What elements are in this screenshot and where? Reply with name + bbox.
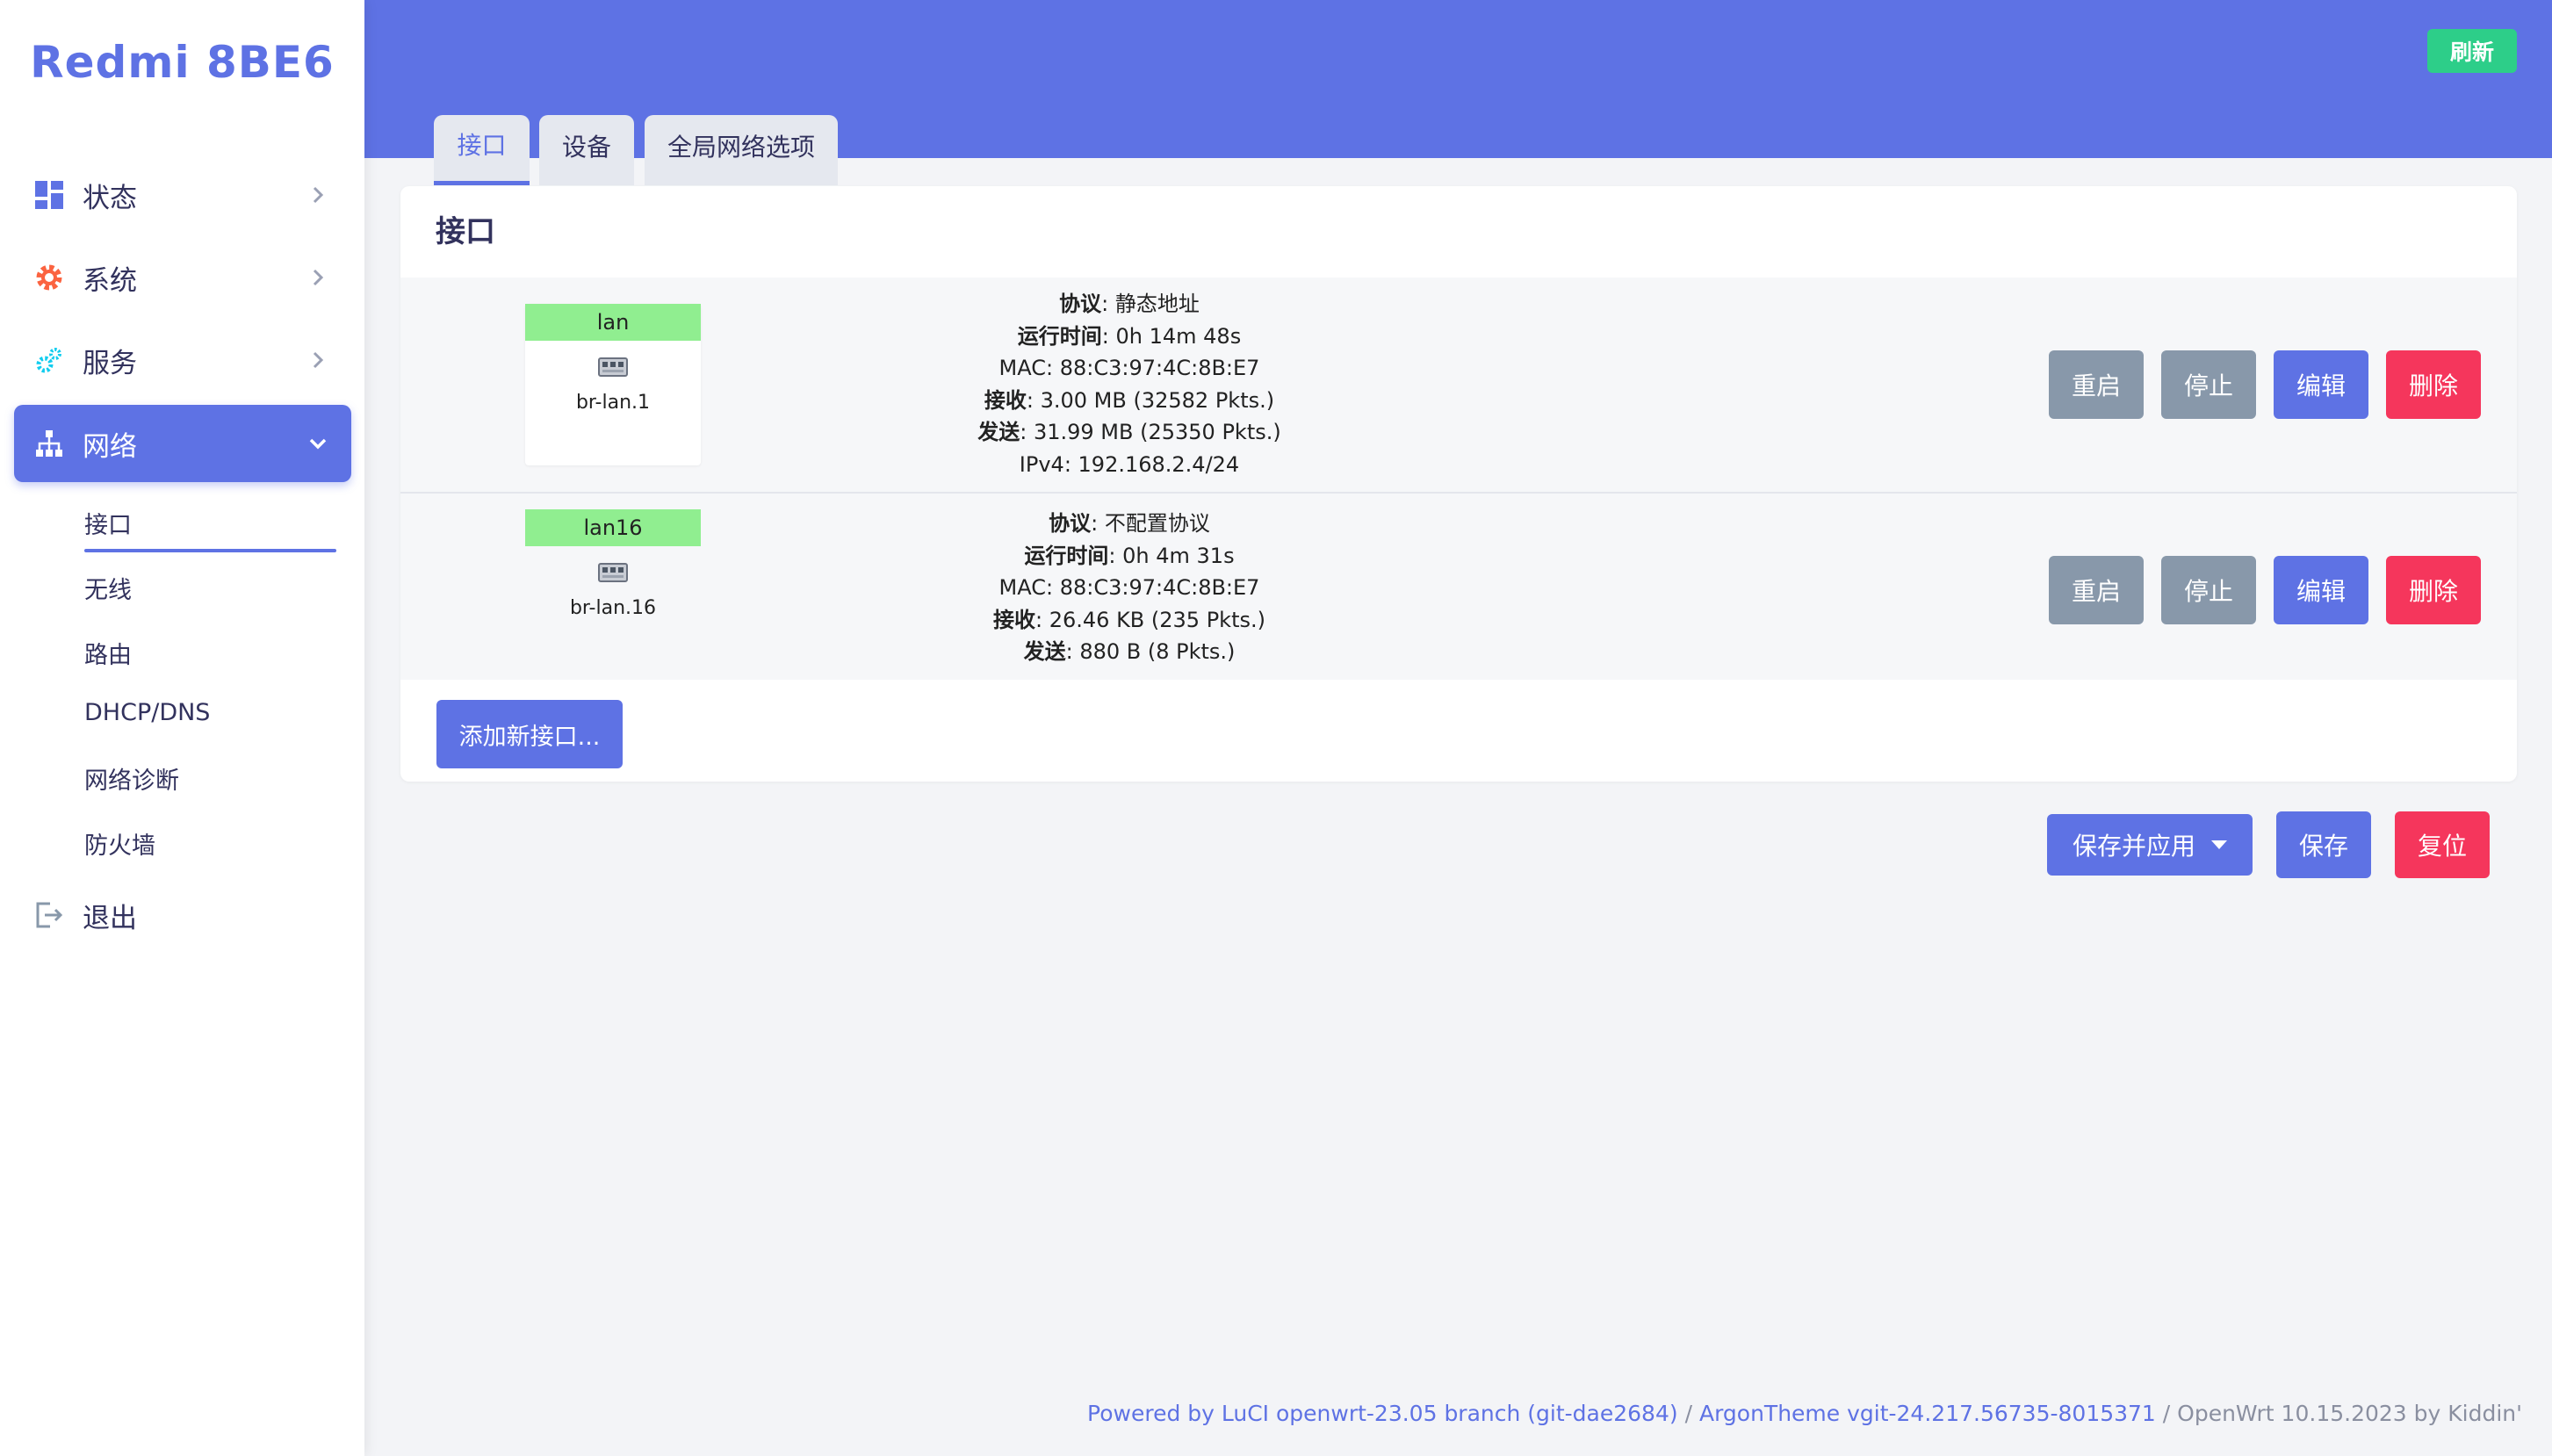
save-apply-label: 保存并应用 <box>2072 832 2195 861</box>
chevron-right-icon <box>313 186 324 204</box>
interface-name: lan16 <box>525 509 701 546</box>
tx-label: 发送 <box>977 420 1020 444</box>
sidebar-subitem-routes[interactable]: 路由 <box>84 636 132 670</box>
chevron-down-icon <box>309 438 327 450</box>
rx-label: 接收 <box>984 387 1027 413</box>
sidebar-subitem-diagnostics[interactable]: 网络诊断 <box>84 761 179 796</box>
save-button[interactable]: 保存 <box>2276 811 2371 878</box>
stop-button[interactable]: 停止 <box>2161 350 2256 419</box>
active-subitem-underline <box>84 549 336 552</box>
add-interface-button[interactable]: 添加新接口... <box>436 700 623 768</box>
row-divider <box>400 492 2517 494</box>
ipv4-value: IPv4: 192.168.2.4/24 <box>1019 451 1240 477</box>
interface-device: br-lan.16 <box>569 597 657 619</box>
sidebar-subitem-firewall[interactable]: 防火墙 <box>84 826 155 861</box>
sidebar-subitem-dhcp-dns[interactable]: DHCP/DNS <box>84 699 210 726</box>
edit-button[interactable]: 编辑 <box>2274 556 2368 624</box>
sidebar-item-label: 状态 <box>83 182 137 214</box>
mac-value: MAC: 88:C3:97:4C:8B:E7 <box>998 356 1260 380</box>
tx-label: 发送 <box>1023 639 1066 664</box>
footer-openwrt-text: / OpenWrt 10.15.2023 by Kiddin' <box>2155 1401 2522 1426</box>
panel-title: 接口 <box>436 214 495 249</box>
brand-logo[interactable]: Redmi 8BE6 <box>0 37 364 88</box>
interface-name: lan <box>525 304 701 341</box>
sidebar-item-label: 系统 <box>83 264 137 297</box>
reset-button[interactable]: 复位 <box>2395 811 2490 878</box>
protocol-value: 静态地址 <box>1114 292 1200 316</box>
tx-value: 31.99 MB (25350 Pkts.) <box>1033 420 1281 444</box>
sidebar-item-label: 网络 <box>83 430 137 463</box>
refresh-button[interactable]: 刷新 <box>2427 29 2517 73</box>
interface-badge[interactable]: lan br-lan.1 <box>525 304 701 465</box>
restart-button[interactable]: 重启 <box>2049 350 2144 419</box>
ethernet-icon <box>525 560 701 587</box>
interface-badge[interactable]: lan16 br-lan.16 <box>525 509 701 619</box>
delete-button[interactable]: 删除 <box>2386 350 2481 419</box>
edit-button[interactable]: 编辑 <box>2274 350 2368 419</box>
gear-icon <box>33 262 65 293</box>
sidebar-item-network[interactable]: 网络 <box>14 405 351 482</box>
mac-value: MAC: 88:C3:97:4C:8B:E7 <box>998 575 1260 600</box>
footer-luci-link[interactable]: Powered by LuCI openwrt-23.05 branch (gi… <box>1087 1401 1678 1426</box>
sidebar-item-label: 服务 <box>83 347 137 379</box>
uptime-value: 0h 14m 48s <box>1115 323 1242 349</box>
uptime-label: 运行时间 <box>1017 323 1102 349</box>
network-icon <box>33 428 65 459</box>
sidebar-item-status[interactable]: 状态 <box>14 156 351 234</box>
footer-theme-link[interactable]: ArgonTheme vgit-24.217.56735-8015371 <box>1699 1401 2156 1426</box>
chevron-right-icon <box>313 269 324 286</box>
stop-button[interactable]: 停止 <box>2161 556 2256 624</box>
sidebar: Redmi 8BE6 状态 系统 服务 网络 接口 无线 路由 DHCP/DNS… <box>0 0 364 1456</box>
tx-value: 880 B (8 Pkts.) <box>1079 639 1236 664</box>
sidebar-item-logout[interactable]: 退出 <box>14 876 351 954</box>
footer-separator: / <box>1677 1401 1699 1426</box>
interface-info: 协议: 不配置协议 运行时间: 0h 4m 31s MAC: 88:C3:97:… <box>910 508 1349 668</box>
chevron-right-icon <box>313 351 324 369</box>
protocol-label: 协议 <box>1049 511 1092 536</box>
delete-button[interactable]: 删除 <box>2386 556 2481 624</box>
caret-down-icon[interactable] <box>2211 840 2227 849</box>
services-icon <box>33 344 65 376</box>
interfaces-panel: 接口 lan br-lan.1 协议: 静态地址 运行时间: 0h 14m 48… <box>400 186 2517 782</box>
tab-devices[interactable]: 设备 <box>539 115 634 185</box>
uptime-value: 0h 4m 31s <box>1122 543 1235 568</box>
protocol-label: 协议 <box>1059 292 1102 316</box>
ethernet-icon <box>525 355 701 381</box>
logout-icon <box>33 899 65 931</box>
save-apply-button[interactable]: 保存并应用 <box>2047 814 2253 876</box>
sidebar-subitem-wireless[interactable]: 无线 <box>84 571 132 605</box>
tab-interfaces[interactable]: 接口 <box>434 115 530 185</box>
sidebar-item-label: 退出 <box>83 902 137 934</box>
sidebar-item-services[interactable]: 服务 <box>14 321 351 399</box>
interface-info: 协议: 静态地址 运行时间: 0h 14m 48s MAC: 88:C3:97:… <box>910 288 1349 480</box>
sidebar-subitem-interfaces[interactable]: 接口 <box>84 506 132 540</box>
tab-global-options[interactable]: 全局网络选项 <box>645 115 838 185</box>
rx-value: 3.00 MB (32582 Pkts.) <box>1040 387 1275 413</box>
rx-label: 接收 <box>993 607 1036 632</box>
protocol-value: 不配置协议 <box>1104 511 1210 536</box>
restart-button[interactable]: 重启 <box>2049 556 2144 624</box>
rx-value: 26.46 KB (235 Pkts.) <box>1049 607 1265 632</box>
dashboard-icon <box>33 179 65 211</box>
sidebar-item-system[interactable]: 系统 <box>14 239 351 316</box>
uptime-label: 运行时间 <box>1024 543 1109 568</box>
footer: Powered by LuCI openwrt-23.05 branch (gi… <box>1087 1401 2522 1426</box>
interface-device: br-lan.1 <box>575 392 651 414</box>
